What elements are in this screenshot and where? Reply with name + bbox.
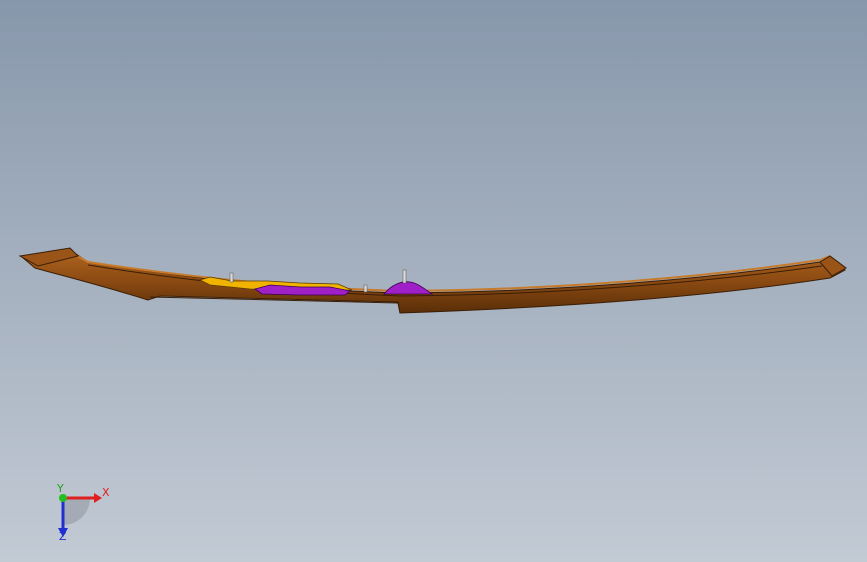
orientation-triad: X Y Z (48, 482, 118, 546)
model-view[interactable] (0, 0, 867, 562)
pin-center (402, 269, 407, 284)
panel-body (20, 249, 846, 314)
z-axis-label: Z (59, 530, 67, 543)
graphics-viewport[interactable]: X Y Z (0, 0, 867, 562)
x-axis-label: X (102, 486, 110, 499)
y-axis-icon (59, 494, 67, 502)
triad-shadow (63, 498, 90, 525)
purple-feature-center (383, 281, 434, 295)
x-arrow-icon (94, 493, 102, 503)
pin-left (229, 272, 234, 283)
pin-mid (363, 284, 368, 293)
y-axis-label: Y (57, 482, 64, 495)
